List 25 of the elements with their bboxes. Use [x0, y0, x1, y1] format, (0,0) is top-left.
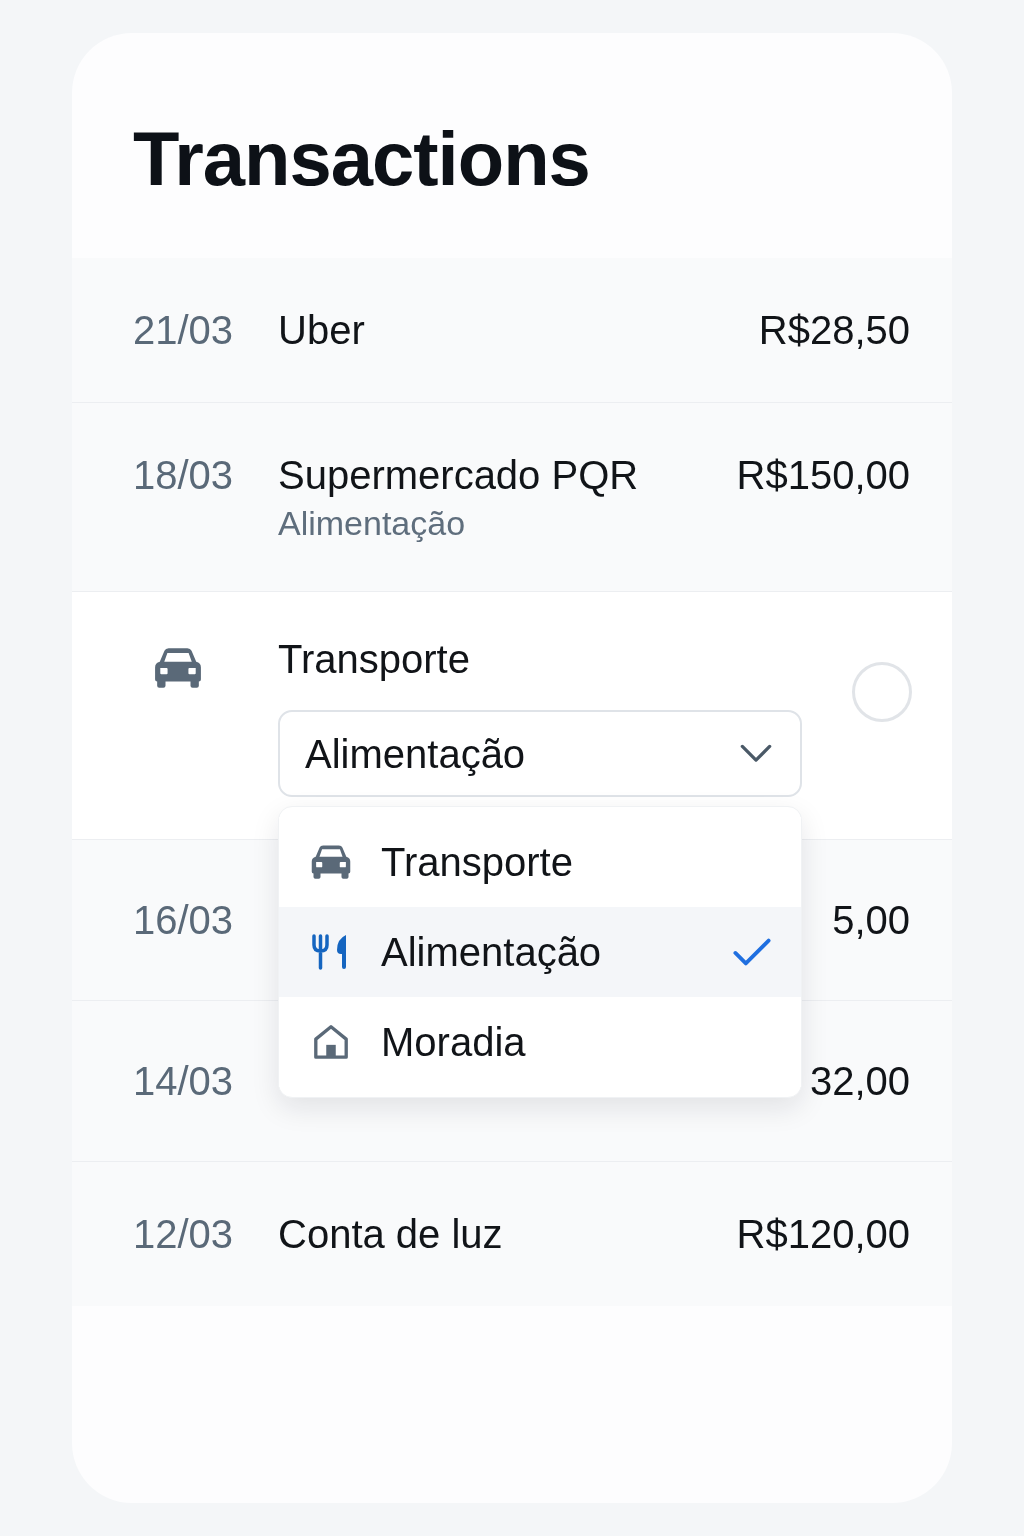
- transaction-name: Uber: [278, 307, 365, 354]
- select-radio[interactable]: [852, 662, 912, 722]
- transaction-date: 14/03: [133, 1058, 234, 1105]
- transaction-date: 21/03: [133, 307, 234, 354]
- check-icon: [733, 937, 771, 967]
- transaction-date: 18/03: [133, 452, 234, 499]
- transaction-amount: R$28,50: [758, 307, 910, 354]
- category-option[interactable]: Transporte: [279, 817, 801, 907]
- transaction-amount: R$150,00: [736, 452, 910, 499]
- category-select[interactable]: Alimentação: [278, 710, 802, 797]
- category-option[interactable]: Moradia: [279, 997, 801, 1087]
- transaction-amount: 32,00: [809, 1058, 910, 1105]
- transaction-name: Conta de luz: [278, 1211, 503, 1258]
- chevron-down-icon: [740, 744, 772, 763]
- transaction-name: Transporte: [278, 636, 470, 683]
- transaction-amount: 5,00: [832, 897, 910, 944]
- category-option[interactable]: Alimentação: [279, 907, 801, 997]
- transaction-name: Supermercado PQR: [278, 452, 639, 499]
- page-title: Transactions: [133, 121, 590, 197]
- transaction-amount: R$120,00: [736, 1211, 910, 1258]
- transaction-category: Alimentação: [278, 503, 466, 543]
- transaction-date: 16/03: [133, 897, 234, 944]
- car-icon: [153, 647, 203, 689]
- transaction-date: 12/03: [133, 1211, 234, 1258]
- car-icon: [310, 843, 352, 881]
